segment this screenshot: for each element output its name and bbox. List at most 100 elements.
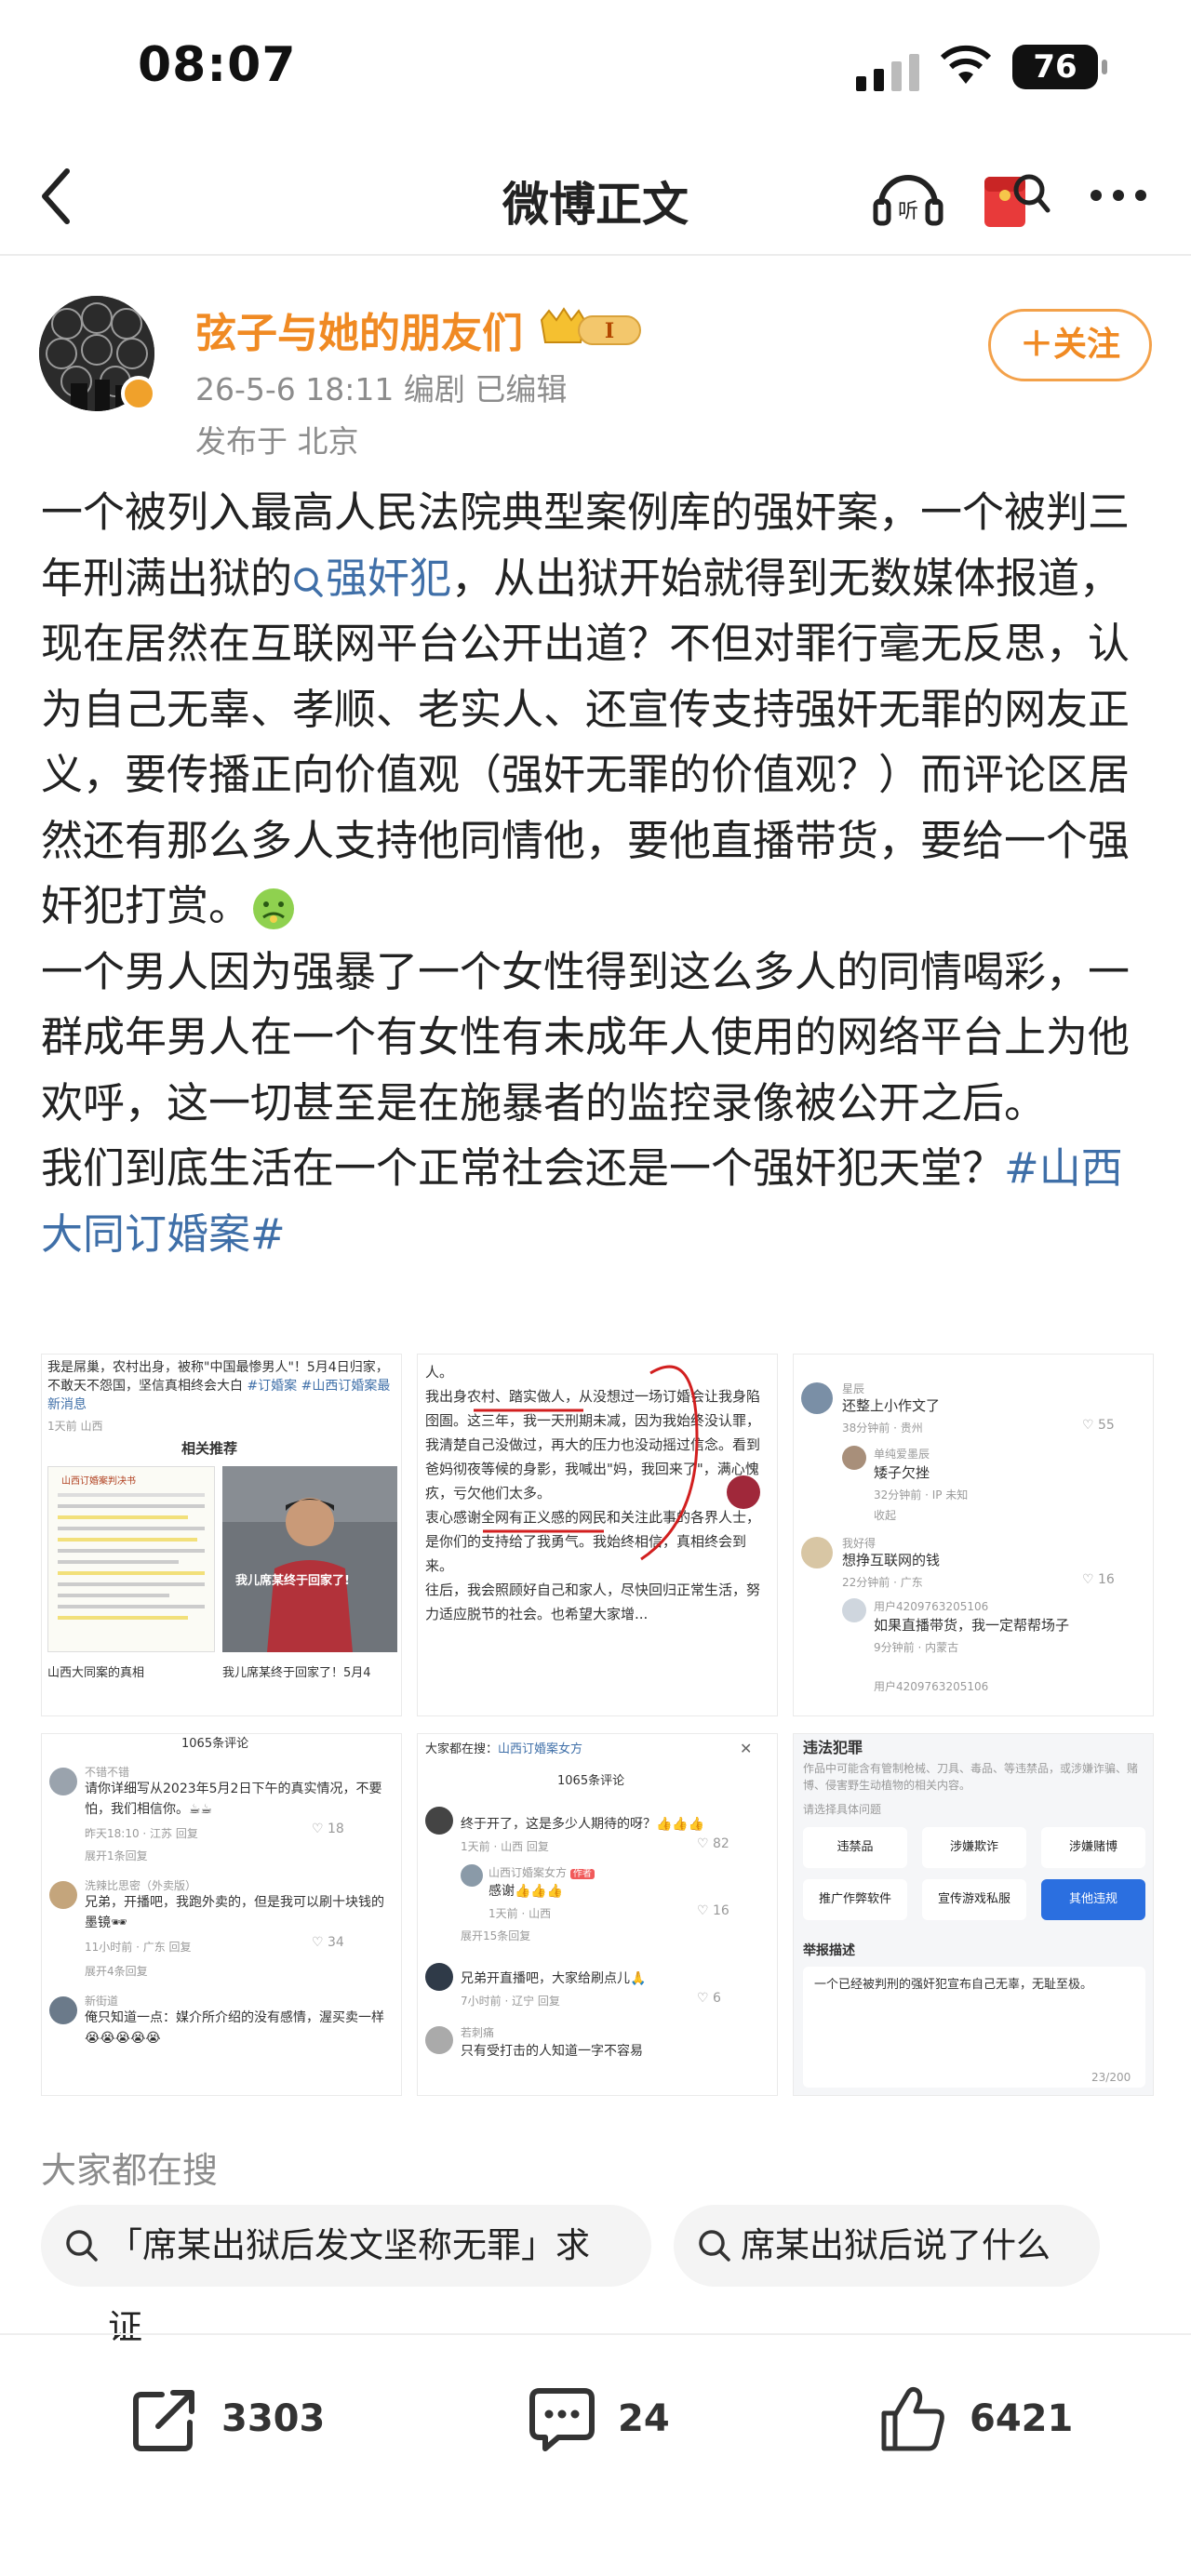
image-1-caption-left: 山西大同案的真相 [47, 1666, 145, 1680]
share-icon [133, 2390, 194, 2451]
image-1-date: 1天前 山西 [47, 1420, 103, 1433]
vip-level: I [605, 319, 614, 343]
comment-user: 用户4209763205106 [874, 1600, 989, 1613]
search-chip-2[interactable]: 席某出狱后说了什么 [674, 2205, 1100, 2287]
like-count-value: 6 [713, 1991, 721, 2006]
image-1-caption-right: 我儿席某终于回家了！5月4 [222, 1666, 371, 1680]
nauseated-emoji-icon [253, 888, 295, 929]
expand-replies[interactable]: 展开1条回复 [85, 1846, 148, 1866]
like-count[interactable]: ♡ 18 [312, 1822, 344, 1836]
report-category-title: 违法犯罪 [803, 1739, 863, 1756]
comment-count: 24 [618, 2397, 670, 2440]
status-time: 08:07 [138, 37, 297, 93]
comment-text: 矮子欠挫 [874, 1464, 930, 1481]
image-1-section: 相关推荐 [181, 1440, 238, 1457]
comment-meta: 1天前 · 山西 回复 [461, 1840, 549, 1853]
image-3[interactable]: 星辰 还整上小作文了 38分钟前 · 贵州 ♡ 55 单纯爱墨辰 矮子欠挫 32… [793, 1354, 1154, 1716]
commenter-avatar [842, 1446, 866, 1470]
comment-text: 还整上小作文了 [842, 1397, 941, 1414]
collapse-replies[interactable]: 收起 [874, 1505, 896, 1526]
comment-button[interactable]: 24 [527, 2372, 670, 2465]
person-photo [222, 1466, 397, 1652]
comment-user: 用户4209763205106 [874, 1680, 989, 1693]
image-4[interactable]: 1065条评论 不错不错 请你详细写从2023年5月2日下午的真实情况，不要怕，… [41, 1733, 402, 2096]
comment-icon [529, 2388, 595, 2451]
like-count[interactable]: ♡ 82 [697, 1836, 729, 1851]
comment-meta: 1天前 · 山西 [488, 1907, 552, 1920]
search-header: 大家都在搜：山西订婚案女方 [425, 1740, 582, 1760]
red-annotation-marks [474, 1365, 760, 1561]
search-icon [66, 2230, 98, 2262]
comment-text: 兄弟开直播吧，大家给刷点儿🙏 [461, 1971, 647, 1986]
post-paragraph-2: 一个男人因为强暴了一个女性得到这么多人的同情喝彩，一群成年男人在一个有女性有未成… [41, 946, 1131, 1128]
comment-text: 想挣互联网的钱 [842, 1552, 941, 1568]
vip-badge-icon: I [540, 307, 641, 345]
status-bar: 08:07 76 [0, 0, 1191, 140]
like-count[interactable]: ♡ 16 [697, 1903, 729, 1918]
image-5[interactable]: 大家都在搜：山西订婚案女方 ✕ 1065条评论 终于开了，这是多少人期待的呀？👍… [417, 1733, 778, 2096]
image-1-photo: 我儿席某终于回家了! [222, 1466, 397, 1652]
search-link-label[interactable]: 强奸犯 [326, 554, 451, 603]
commenter-avatar [49, 1881, 77, 1909]
commenter-avatar [425, 1807, 453, 1835]
share-button[interactable]: 3303 [130, 2372, 325, 2465]
report-option-1[interactable]: 违禁品 [803, 1827, 907, 1868]
image-2[interactable]: 人。 我出身农村、踏实做人，从没想过一场订婚会让我身陷囹圄。这三年，我一天刑期未… [417, 1354, 778, 1716]
comment-text: 如果直播带货，我一定帮帮场子 [874, 1617, 1070, 1634]
report-option-2[interactable]: 涉嫌欺诈 [922, 1827, 1026, 1868]
like-button[interactable]: 6421 [878, 2372, 1073, 2465]
expand-replies[interactable]: 展开4条回复 [85, 1961, 148, 1982]
follow-button[interactable]: ＋关注 [988, 309, 1152, 381]
like-count: 6421 [970, 2397, 1074, 2440]
image-grid: 我是屌巢，农村出身，被称"中国最惨男人"！5月4日归家，不敢天不怨国，坚信真相终… [41, 1354, 1154, 2100]
cellular-signal-icon [856, 54, 919, 91]
report-option-4[interactable]: 推广作弊软件 [803, 1879, 907, 1920]
report-option-3[interactable]: 涉嫌赌博 [1041, 1827, 1145, 1868]
report-desc-text: 一个已经被判刑的强奸犯宣布自己无辜，无耻至极。 [814, 1978, 1093, 1992]
report-desc-input[interactable]: 一个已经被判刑的强奸犯宣布自己无辜，无耻至极。 23/200 [803, 1967, 1145, 2088]
more-icon[interactable] [1081, 167, 1156, 223]
battery-icon: 76 [1012, 45, 1107, 89]
search-chip-label: 「席某出狱后发文坚称无罪」求证 [108, 2225, 590, 2347]
comment-meta: 9分钟前 · 内蒙古 [874, 1641, 959, 1654]
post-meta: 26-5-6 18:11 编剧 已编辑 [195, 371, 568, 407]
photo-subtitle: 我儿席某终于回家了! [235, 1574, 350, 1588]
report-option-5[interactable]: 宣传游戏私服 [922, 1879, 1026, 1920]
comment-user: 若刺痛 [461, 2026, 495, 2039]
comment-count: 1065条评论 [181, 1737, 249, 1751]
search-chip-1[interactable]: 「席某出狱后发文坚称无罪」求证 [41, 2205, 651, 2347]
like-count[interactable]: ♡ 55 [1082, 1418, 1115, 1433]
search-link[interactable]: 强奸犯 [292, 554, 451, 603]
search-header-link[interactable]: 山西订婚案女方 [498, 1742, 582, 1756]
image-1[interactable]: 我是屌巢，农村出身，被称"中国最惨男人"！5月4日归家，不敢天不怨国，坚信真相终… [41, 1354, 402, 1716]
like-count-value: 16 [1098, 1572, 1115, 1587]
search-icon [699, 2230, 730, 2262]
comment-text: 终于开了，这是多少人期待的呀？👍👍👍 [461, 1817, 705, 1832]
like-count-value: 16 [713, 1903, 729, 1918]
action-bar: 3303 24 6421 [0, 2333, 1191, 2576]
image-6[interactable]: 违法犯罪 作品中可能含有管制枪械、刀具、毒品、等违禁品，或涉嫌诈骗、赌博、侵害野… [793, 1733, 1154, 2096]
wifi-icon [940, 45, 992, 84]
comment-user: 单纯爱墨辰 [874, 1448, 930, 1461]
like-count[interactable]: ♡ 34 [312, 1935, 344, 1950]
author-name[interactable]: 弦子与她的朋友们 [195, 300, 523, 359]
like-count-value: 18 [328, 1822, 344, 1836]
close-icon[interactable]: ✕ [740, 1740, 752, 1757]
document-title: 山西订婚案判决书 [61, 1476, 136, 1487]
image-1-document: 山西订婚案判决书 [47, 1466, 215, 1652]
like-count[interactable]: ♡ 6 [697, 1991, 721, 2006]
red-packet-icon[interactable] [977, 162, 1051, 233]
share-count: 3303 [221, 2397, 326, 2440]
verified-badge-icon [121, 376, 156, 411]
expand-replies[interactable]: 展开15条回复 [461, 1926, 530, 1946]
like-count[interactable]: ♡ 16 [1082, 1572, 1115, 1587]
svg-text:听: 听 [898, 200, 918, 223]
comment-meta: 7小时前 · 辽宁 回复 [461, 1995, 560, 2008]
search-header-label: 大家都在搜： [425, 1742, 499, 1756]
commenter-avatar [425, 1963, 453, 1991]
post-paragraph-1: 一个被列入最高人民法院典型案例库的强奸案，一个被判三年刑满出狱的 强奸犯，从出狱开… [41, 480, 1158, 940]
post-location: 发布于 北京 [195, 423, 359, 460]
listen-icon[interactable]: 听 [870, 162, 946, 231]
report-option-6-selected[interactable]: 其他违规 [1041, 1879, 1145, 1920]
commenter-avatar [801, 1382, 833, 1414]
